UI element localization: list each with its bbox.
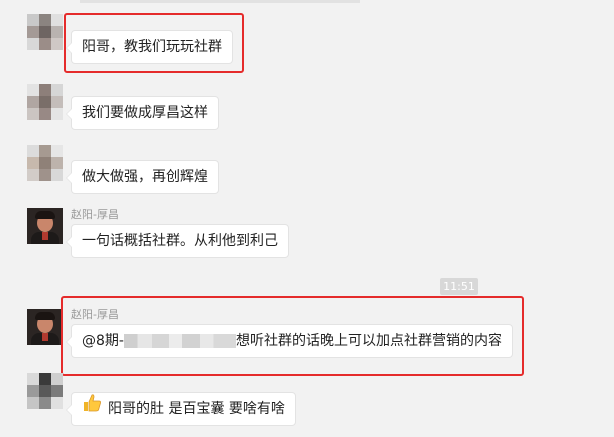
message-text: 阳哥的肚 是百宝囊 要啥有啥 xyxy=(108,401,285,417)
avatar[interactable] xyxy=(27,84,63,120)
avatar[interactable] xyxy=(27,14,63,50)
top-divider xyxy=(80,0,360,3)
message-text: 一句话概括社群。从利他到利己 xyxy=(82,233,278,249)
avatar[interactable] xyxy=(27,373,63,409)
message-bubble[interactable]: 我们要做成厚昌这样 xyxy=(66,96,219,130)
timestamp: 11:51 xyxy=(440,278,478,295)
highlight-box xyxy=(61,296,524,376)
highlight-box xyxy=(64,13,244,73)
sender-name: 赵阳-厚昌 xyxy=(71,208,119,221)
thumbs-up-icon xyxy=(82,393,102,425)
avatar[interactable] xyxy=(27,208,63,244)
message-bubble[interactable]: 阳哥的肚 是百宝囊 要啥有啥 xyxy=(66,392,296,426)
message-bubble[interactable]: 一句话概括社群。从利他到利己 xyxy=(66,224,289,258)
message-text: 我们要做成厚昌这样 xyxy=(82,105,208,121)
message-bubble[interactable]: 做大做强，再创辉煌 xyxy=(66,160,219,194)
avatar[interactable] xyxy=(27,145,63,181)
message-text: 做大做强，再创辉煌 xyxy=(82,169,208,185)
avatar[interactable] xyxy=(27,309,63,345)
